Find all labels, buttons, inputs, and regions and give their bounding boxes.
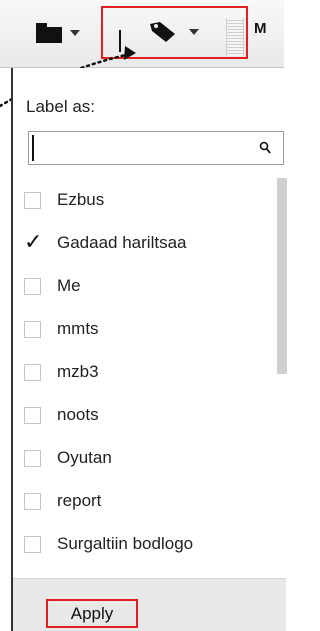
folder-icon bbox=[36, 23, 62, 43]
label-checkbox[interactable] bbox=[24, 363, 41, 381]
checkmark-icon[interactable]: ✓ bbox=[24, 232, 42, 254]
chevron-down-icon bbox=[189, 29, 199, 35]
toolbar: M bbox=[0, 0, 284, 68]
label-item-name: Gadaad hariltsaa bbox=[57, 233, 187, 252]
scrollbar[interactable] bbox=[277, 178, 287, 374]
chevron-down-icon bbox=[70, 30, 80, 36]
label-item-report[interactable]: report bbox=[13, 482, 263, 520]
label-item-surgaltiin-bodlogo[interactable]: Surgaltiin bodlogo bbox=[13, 525, 263, 563]
label-item-noots[interactable]: noots bbox=[13, 396, 263, 434]
label-item-me[interactable]: Me bbox=[13, 267, 263, 305]
label-item-name: report bbox=[57, 491, 102, 510]
label-item-mmts[interactable]: mmts bbox=[13, 310, 263, 348]
label-menu: Label as: Ezbus ✓ Gadaad hariltsaa Me mm… bbox=[11, 68, 287, 631]
label-item-mzb3[interactable]: mzb3 bbox=[13, 353, 263, 391]
label-item-ezbus[interactable]: Ezbus bbox=[13, 181, 263, 219]
label-item-name: mzb3 bbox=[57, 362, 99, 381]
label-menu-title: Label as: bbox=[26, 97, 95, 116]
more-button[interactable]: M bbox=[254, 20, 267, 37]
label-item-name: mmts bbox=[57, 319, 99, 338]
tag-icon bbox=[150, 22, 175, 42]
label-checkbox[interactable] bbox=[24, 535, 41, 553]
label-checkbox[interactable] bbox=[24, 449, 41, 467]
search-icon bbox=[259, 141, 271, 154]
label-search-input[interactable] bbox=[32, 135, 252, 161]
toolbar-grip bbox=[226, 18, 244, 56]
label-item-name: Oyutan bbox=[57, 448, 112, 467]
label-item-name: Me bbox=[57, 276, 81, 295]
label-checkbox[interactable] bbox=[24, 320, 41, 338]
label-checkbox[interactable] bbox=[24, 492, 41, 510]
label-item-name: noots bbox=[57, 405, 99, 424]
label-item-gadaad-hariltsaa[interactable]: ✓ Gadaad hariltsaa bbox=[13, 224, 263, 262]
label-checkbox[interactable] bbox=[24, 277, 41, 295]
move-to-folder-button[interactable] bbox=[36, 14, 98, 52]
label-item-oyutan[interactable]: Oyutan bbox=[13, 439, 263, 477]
label-search-box bbox=[28, 131, 284, 165]
label-checkbox[interactable] bbox=[24, 406, 41, 424]
apply-button[interactable]: Apply bbox=[46, 599, 138, 628]
toolbar-divider bbox=[119, 30, 121, 52]
label-item-name: Ezbus bbox=[57, 190, 105, 209]
label-checkbox[interactable] bbox=[24, 191, 41, 209]
label-menu-footer: Apply bbox=[13, 578, 286, 631]
label-item-name: Surgaltiin bodlogo bbox=[57, 534, 194, 553]
